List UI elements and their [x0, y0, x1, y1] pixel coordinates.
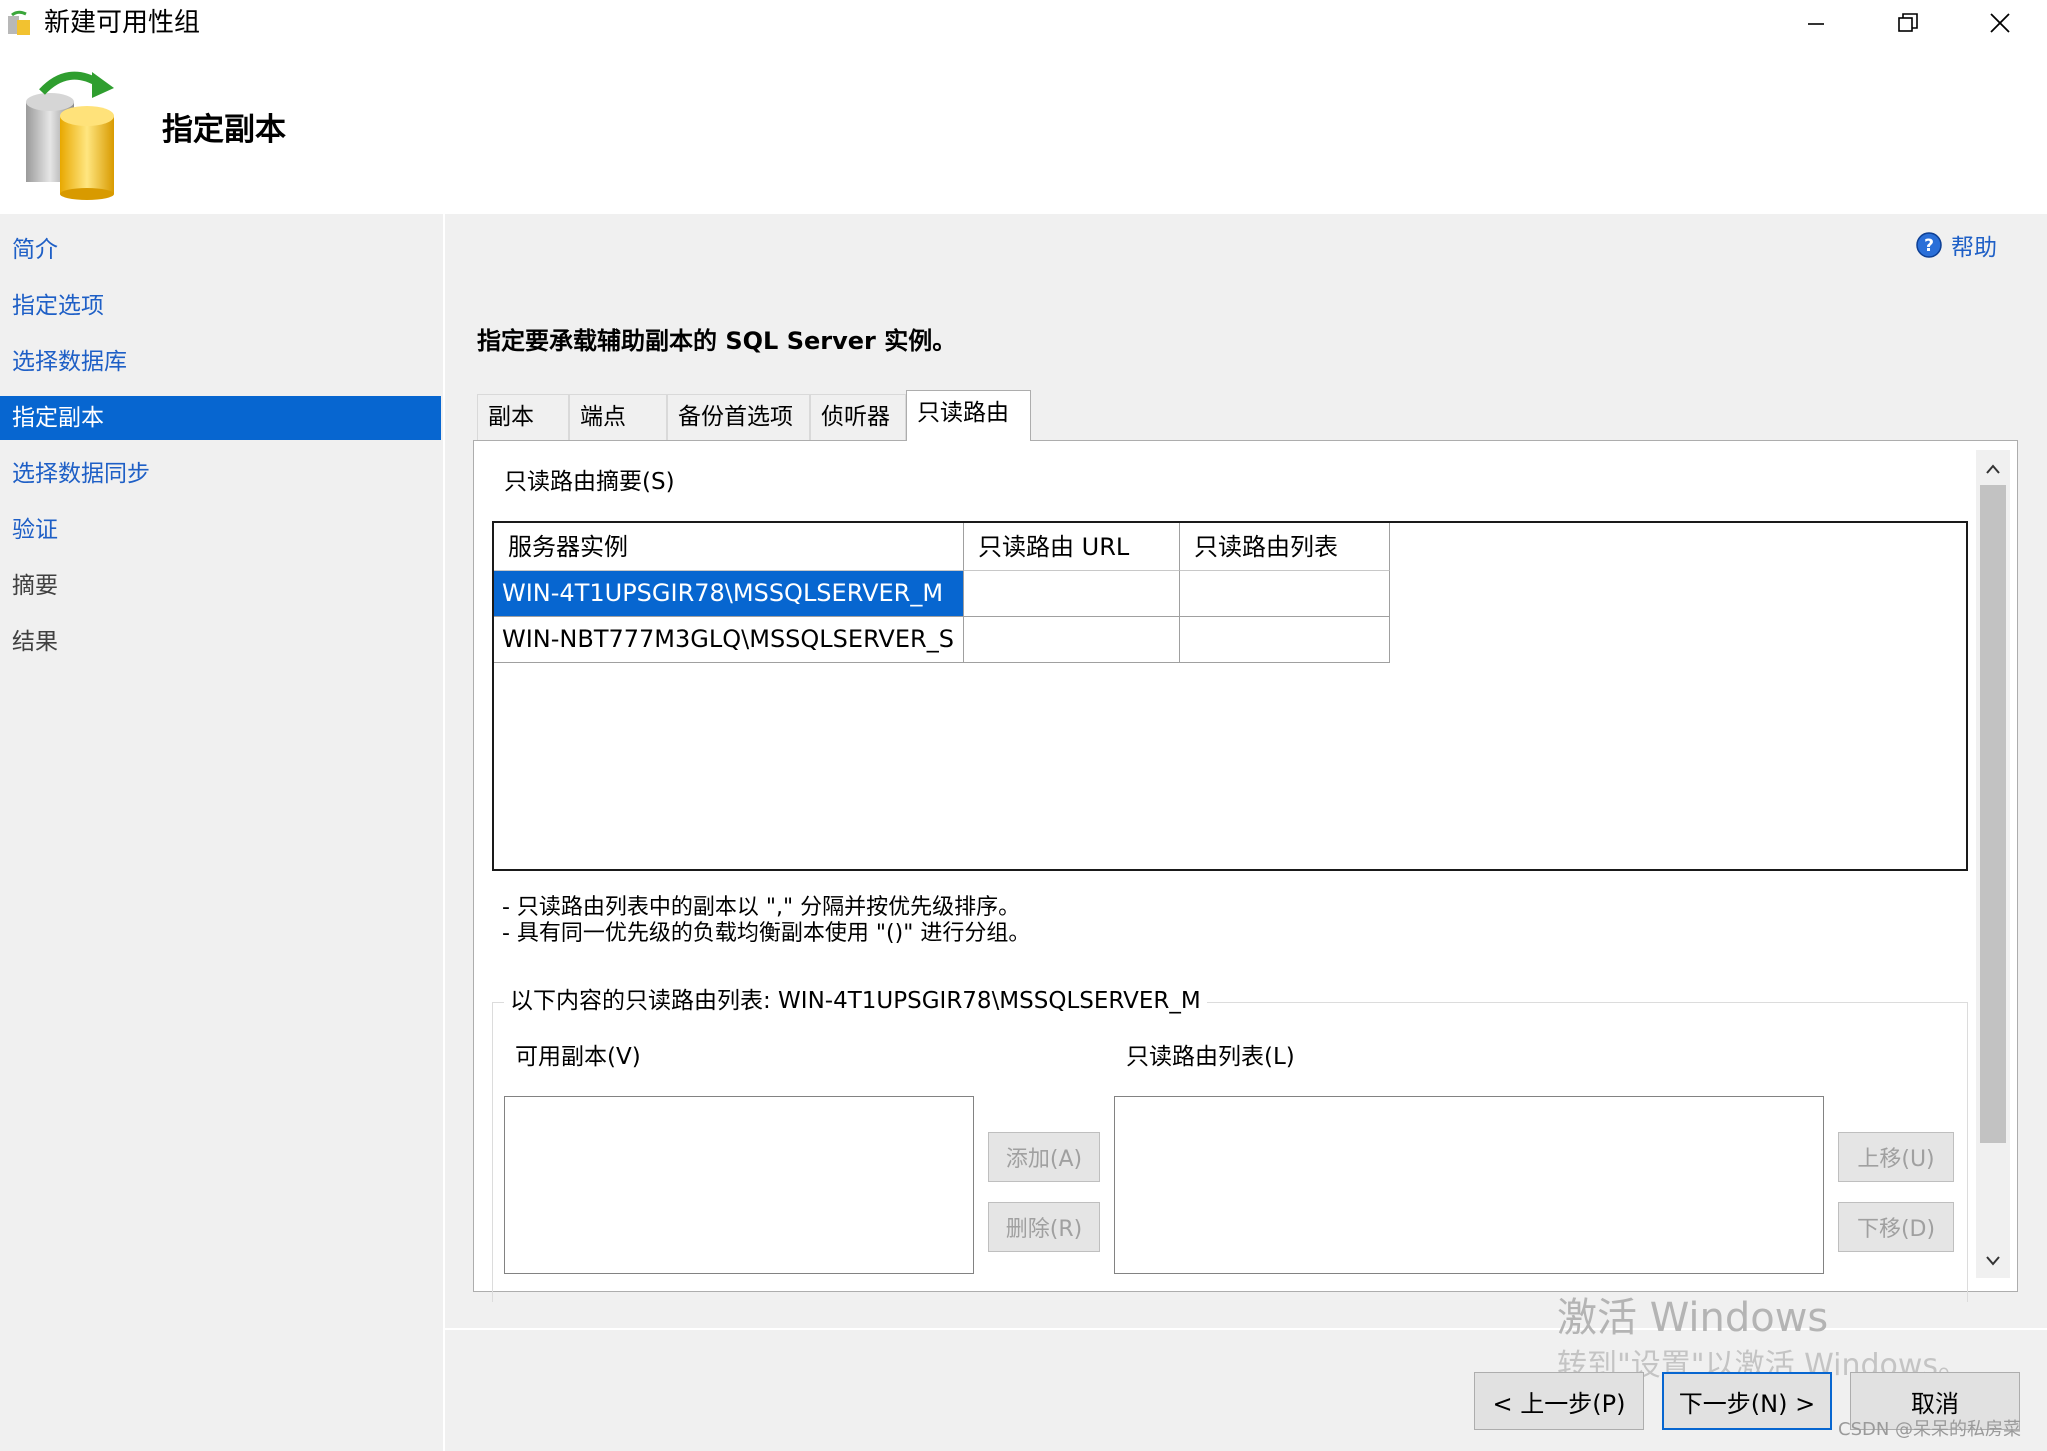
help-link[interactable]: ? 帮助 [1915, 228, 1997, 262]
routing-list[interactable] [1114, 1096, 1824, 1274]
available-replicas-label: 可用副本(V) [515, 1044, 641, 1070]
csdn-watermark: CSDN @呆呆的私房菜 [1838, 1419, 2022, 1440]
sidebar-item-data-sync[interactable]: 选择数据同步 [0, 452, 441, 496]
title-bar: 新建可用性组 [0, 0, 2047, 46]
column-header-list[interactable]: 只读路由列表 [1180, 523, 1390, 571]
sidebar-divider [443, 214, 445, 1451]
routing-list-label: 只读路由列表(L) [1126, 1044, 1295, 1070]
grid-cell-list[interactable] [1180, 571, 1390, 617]
grid-cell-url[interactable] [964, 617, 1180, 663]
activate-windows-title: 激活 Windows [1557, 1295, 1829, 1341]
previous-button[interactable]: < 上一步(P) [1474, 1372, 1644, 1430]
available-replicas-list[interactable] [504, 1096, 974, 1274]
routing-summary-grid: 服务器实例 只读路由 URL 只读路由列表 WIN-4T1UPSGIR78\MS… [492, 521, 1968, 871]
grid-cell-list[interactable] [1180, 617, 1390, 663]
move-down-button[interactable]: 下移(D) [1838, 1202, 1954, 1252]
sidebar-item-databases[interactable]: 选择数据库 [0, 340, 441, 384]
column-header-url[interactable]: 只读路由 URL [964, 523, 1180, 571]
help-label: 帮助 [1951, 235, 1997, 261]
grid-cell-url[interactable] [964, 571, 1180, 617]
header-banner [0, 46, 2047, 214]
tab-backup-preferences[interactable]: 备份首选项 [667, 394, 810, 440]
scroll-up-button[interactable] [1976, 452, 2010, 486]
grid-cell-server[interactable]: WIN-4T1UPSGIR78\MSSQLSERVER_M [494, 571, 964, 617]
page-title: 指定副本 [162, 112, 286, 148]
scrollbar-thumb[interactable] [1980, 485, 2006, 1143]
window-title: 新建可用性组 [44, 8, 201, 38]
tab-endpoints[interactable]: 端点 [569, 394, 667, 440]
chevron-up-icon [1986, 464, 2000, 474]
next-button[interactable]: 下一步(N) > [1662, 1372, 1832, 1430]
sidebar-item-replicas[interactable]: 指定副本 [0, 396, 441, 440]
note-grouping: - 具有同一优先级的负载均衡副本使用 "()" 进行分组。 [502, 921, 1031, 946]
remove-button[interactable]: 删除(R) [988, 1202, 1100, 1252]
sidebar-item-summary: 摘要 [12, 573, 58, 599]
restore-button[interactable] [1862, 0, 1954, 46]
close-icon [1990, 13, 2010, 33]
chevron-down-icon [1986, 1256, 2000, 1266]
note-separator: - 只读路由列表中的副本以 "," 分隔并按优先级排序。 [502, 895, 1021, 920]
tab-readonly-routing[interactable]: 只读路由 [906, 390, 1031, 441]
svg-text:?: ? [1924, 236, 1934, 256]
sidebar-item-results: 结果 [12, 629, 58, 655]
scroll-down-button[interactable] [1976, 1244, 2010, 1278]
close-button[interactable] [1954, 0, 2046, 46]
minimize-icon [1808, 23, 1824, 25]
help-icon: ? [1916, 232, 1942, 258]
tab-replicas[interactable]: 副本 [477, 394, 569, 440]
sidebar-item-options[interactable]: 指定选项 [0, 284, 441, 328]
summary-label: 只读路由摘要(S) [504, 469, 675, 495]
routing-list-group-title: 以下内容的只读路由列表: WIN-4T1UPSGIR78\MSSQLSERVER… [504, 986, 1207, 1016]
column-header-server[interactable]: 服务器实例 [494, 523, 964, 571]
minimize-button[interactable] [1770, 0, 1862, 46]
app-icon [8, 10, 30, 35]
sidebar-item-validation[interactable]: 验证 [0, 508, 441, 552]
restore-icon [1898, 13, 1918, 32]
move-up-button[interactable]: 上移(U) [1838, 1132, 1954, 1182]
sidebar-item-intro[interactable]: 简介 [0, 228, 441, 272]
tab-listener[interactable]: 侦听器 [810, 394, 906, 440]
grid-cell-server[interactable]: WIN-NBT777M3GLQ\MSSQLSERVER_S [494, 617, 964, 663]
database-sync-icon [26, 71, 114, 200]
page-instruction: 指定要承载辅助副本的 SQL Server 实例。 [477, 327, 957, 355]
add-button[interactable]: 添加(A) [988, 1132, 1100, 1182]
